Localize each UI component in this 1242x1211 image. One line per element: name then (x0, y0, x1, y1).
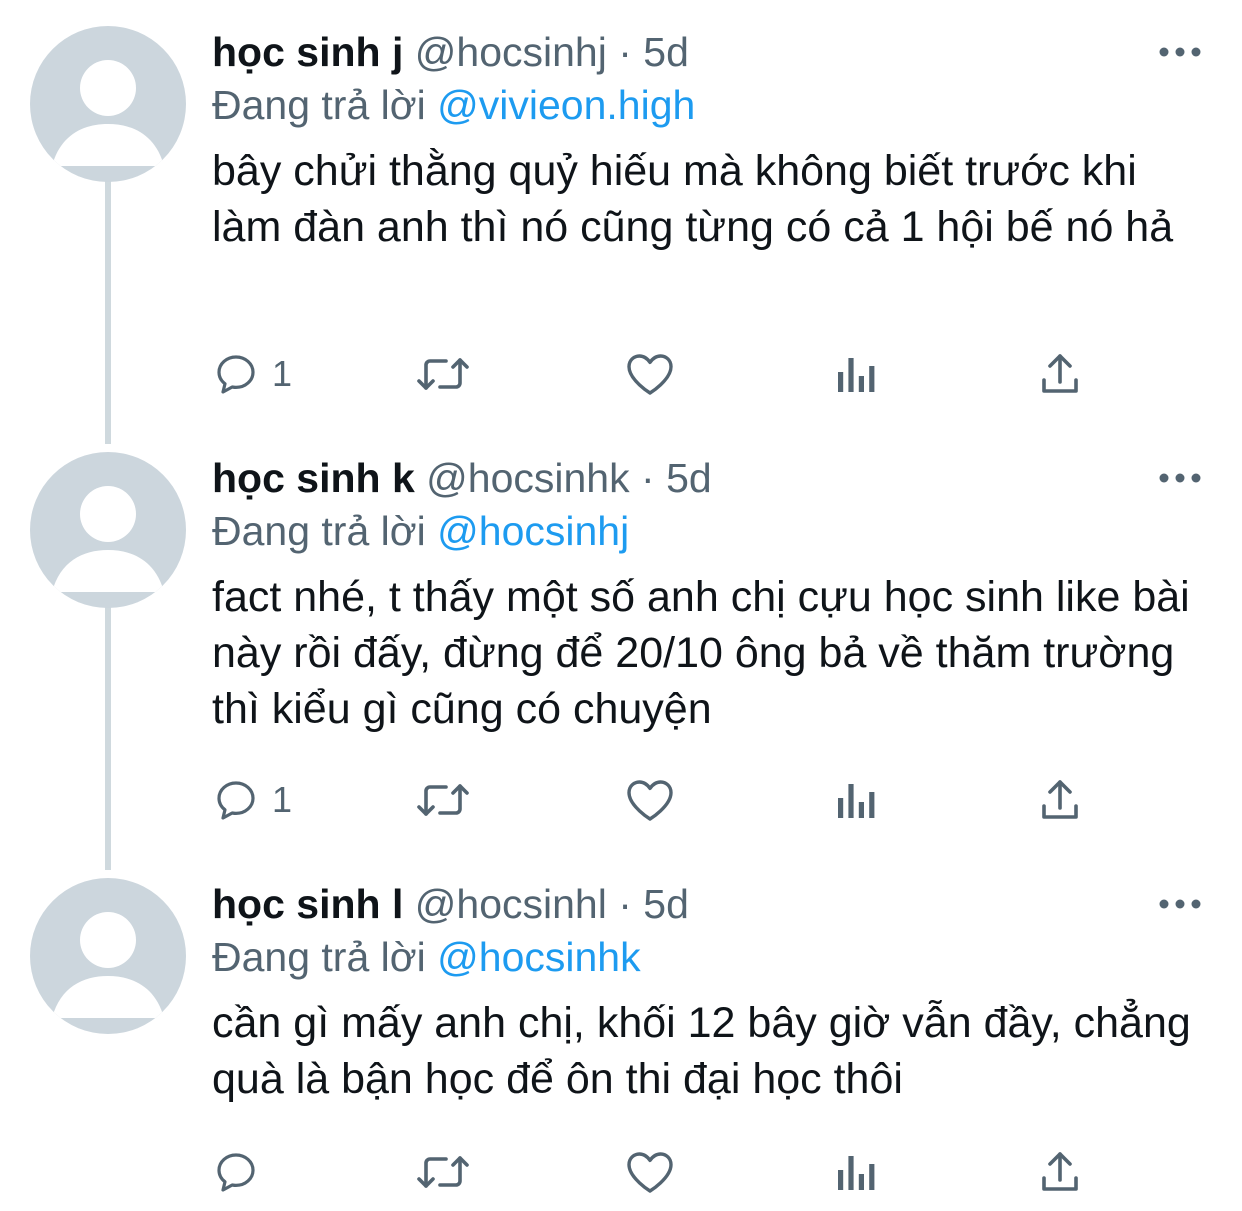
replying-label: Đang trả lời (212, 82, 426, 128)
retweet-icon (417, 784, 469, 816)
reply-bubble-icon (217, 355, 255, 394)
views-button[interactable] (834, 774, 878, 826)
replying-label: Đang trả lời (212, 934, 426, 980)
retweet-button[interactable] (414, 1146, 472, 1198)
replying-to-mention[interactable]: @hocsinhk (437, 934, 640, 980)
replying-to: Đang trả lời @hocsinhj (212, 505, 629, 557)
tweet-header: học sinh k @hocsinhk · 5d (212, 452, 712, 504)
tweet[interactable]: học sinh j @hocsinhj · 5d Đang trả lời @… (0, 26, 1242, 446)
share-button[interactable] (1038, 348, 1082, 400)
tweet-header: học sinh j @hocsinhj · 5d (212, 26, 689, 78)
views-bar-chart-icon (838, 358, 875, 392)
replying-to: Đang trả lời @vivieon.high (212, 79, 695, 131)
reply-button[interactable]: 1 (212, 774, 292, 826)
reply-bubble-icon (217, 1153, 255, 1192)
retweet-button[interactable] (414, 774, 472, 826)
reply-count: 1 (272, 779, 293, 820)
replying-to-mention[interactable]: @hocsinhj (437, 508, 629, 554)
heart-icon (627, 354, 673, 395)
replying-to-mention[interactable]: @vivieon.high (437, 82, 695, 128)
user-handle[interactable]: @hocsinhl (415, 881, 607, 927)
more-horizontal-icon (1159, 47, 1201, 57)
like-button[interactable] (624, 1146, 676, 1198)
more-options-button[interactable] (1156, 40, 1204, 64)
share-button[interactable] (1038, 1146, 1082, 1198)
more-options-button[interactable] (1156, 466, 1204, 490)
avatar[interactable] (30, 452, 186, 608)
retweet-icon (417, 358, 469, 390)
more-horizontal-icon (1159, 473, 1201, 483)
avatar[interactable] (30, 26, 186, 182)
like-button[interactable] (624, 348, 676, 400)
user-handle[interactable]: @hocsinhj (415, 29, 607, 75)
heart-icon (627, 780, 673, 821)
share-upload-icon (1042, 1152, 1078, 1191)
share-upload-icon (1042, 780, 1078, 819)
display-name[interactable]: học sinh k (212, 455, 415, 501)
retweet-icon (417, 1156, 469, 1188)
tweet-text: bây chửi thằng quỷ hiếu mà không biết tr… (212, 147, 1174, 251)
retweet-button[interactable] (414, 348, 472, 400)
reply-count: 1 (272, 353, 293, 394)
tweet-timestamp[interactable]: · 5d (618, 29, 689, 75)
tweet-header: học sinh l @hocsinhl · 5d (212, 878, 689, 930)
user-handle[interactable]: @hocsinhk (426, 455, 629, 501)
views-bar-chart-icon (838, 784, 875, 818)
display-name[interactable]: học sinh l (212, 881, 403, 927)
reply-bubble-icon (217, 781, 255, 820)
reply-button[interactable] (212, 1146, 272, 1198)
tweet-timestamp[interactable]: · 5d (641, 455, 712, 501)
heart-icon (627, 1152, 673, 1193)
tweet-timestamp[interactable]: · 5d (618, 881, 689, 927)
more-options-button[interactable] (1156, 892, 1204, 916)
default-avatar-icon (52, 60, 164, 166)
views-button[interactable] (834, 348, 878, 400)
replying-to: Đang trả lời @hocsinhk (212, 931, 641, 983)
reply-button[interactable]: 1 (212, 348, 292, 400)
tweet[interactable]: học sinh k @hocsinhk · 5d Đang trả lời @… (0, 452, 1242, 872)
display-name[interactable]: học sinh j (212, 29, 403, 75)
share-upload-icon (1042, 354, 1078, 393)
tweet-text: fact nhé, t thấy một số anh chị cựu học … (212, 573, 1190, 733)
default-avatar-icon (52, 912, 164, 1018)
default-avatar-icon (52, 486, 164, 592)
share-button[interactable] (1038, 774, 1082, 826)
replying-label: Đang trả lời (212, 508, 426, 554)
views-button[interactable] (834, 1146, 878, 1198)
views-bar-chart-icon (838, 1156, 875, 1190)
tweet-text: cần gì mấy anh chị, khối 12 bây giờ vẫn … (212, 999, 1191, 1103)
tweet[interactable]: học sinh l @hocsinhl · 5d Đang trả lời @… (0, 878, 1242, 1211)
avatar[interactable] (30, 878, 186, 1034)
more-horizontal-icon (1159, 899, 1201, 909)
like-button[interactable] (624, 774, 676, 826)
